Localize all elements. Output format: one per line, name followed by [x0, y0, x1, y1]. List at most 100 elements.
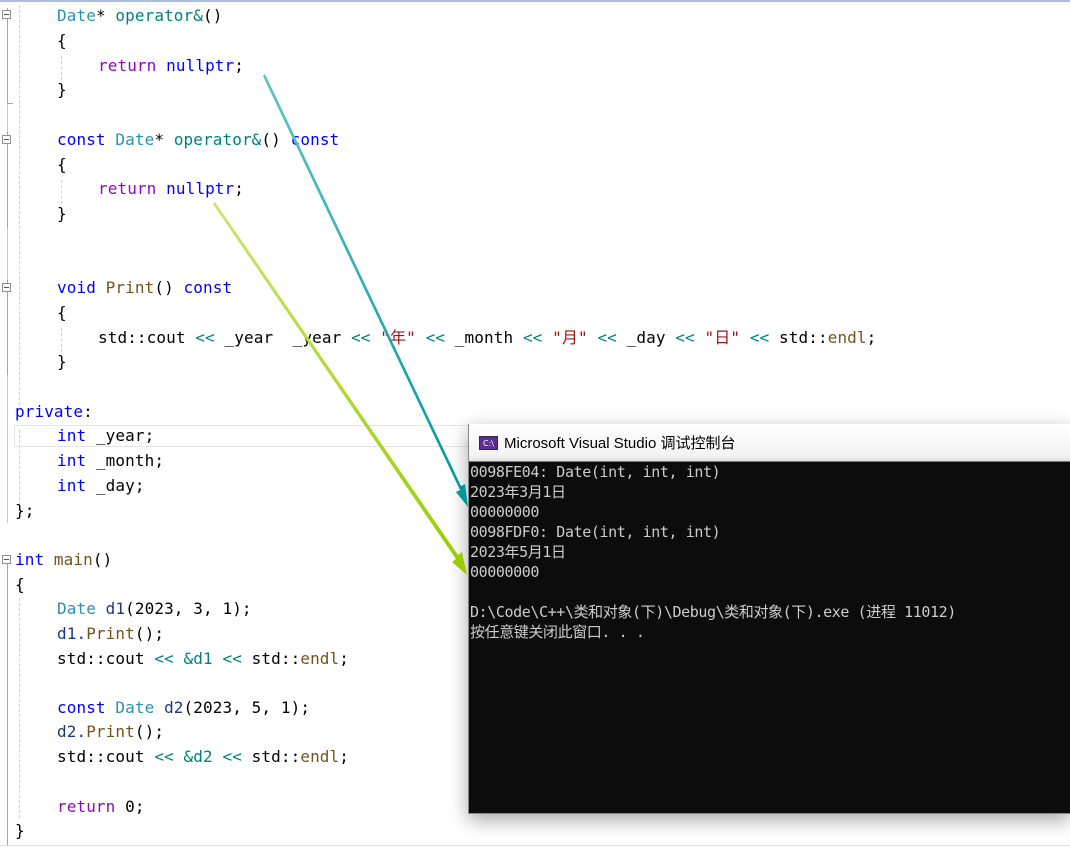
token: * [95, 6, 116, 25]
console-line: 0098FE04: Date(int, int, int) [470, 463, 721, 481]
token-operator: << [154, 747, 174, 766]
code-line: return nullptr; [98, 54, 244, 78]
code-line: } [15, 821, 25, 840]
code-line: } [57, 352, 67, 371]
token: _month [445, 328, 523, 347]
token: _year; [86, 426, 155, 445]
token-variable: d1. [57, 624, 87, 643]
token-operator: &d2 [183, 747, 213, 766]
token: (2023, 5, 1); [183, 698, 311, 717]
token-variable: d2. [57, 722, 87, 741]
token-function: Print [86, 722, 135, 741]
token: _month; [86, 451, 165, 470]
token: std::cout [57, 649, 155, 668]
outline-bar-class [7, 8, 8, 523]
token-string: "月" [552, 328, 588, 347]
console-line: 00000000 [470, 563, 540, 581]
debug-console-window[interactable]: C:\ Microsoft Visual Studio 调试控制台 0098FE… [468, 424, 1070, 814]
token: std:: [769, 328, 828, 347]
indent-guide [19, 598, 20, 818]
token-keyword: int [15, 550, 45, 569]
token-keyword: int [57, 476, 87, 495]
console-line: 2023年3月1日 [470, 483, 566, 501]
token-function: Print [86, 624, 135, 643]
code-line: int main() [15, 548, 112, 572]
token-operator: << [195, 328, 215, 347]
token: (); [134, 722, 165, 741]
token-type: Date [57, 599, 96, 618]
token: () [92, 550, 113, 569]
code-line: void Print() const [57, 276, 232, 300]
code-line: { [15, 575, 25, 594]
code-line: Date* operator&() [57, 4, 222, 28]
code-line: } [57, 204, 67, 223]
code-line: { [57, 303, 67, 322]
console-line: 0098FDF0: Date(int, int, int) [470, 523, 721, 541]
token-type: Date [57, 6, 96, 25]
token-keyword: const [290, 130, 340, 149]
indent-guide [19, 5, 20, 405]
token: ; [339, 649, 350, 668]
token-type: Date [105, 698, 155, 717]
token-keyword: const [57, 698, 106, 717]
token-operator: << [425, 328, 446, 347]
token-function: endl [827, 328, 867, 347]
fold-toggle-icon[interactable] [2, 555, 11, 564]
indent-guide [61, 180, 62, 204]
token-operator: << [222, 649, 242, 668]
token-keyword: private [15, 402, 84, 421]
token-keyword: int [57, 426, 87, 445]
token: std:: [241, 649, 301, 668]
code-line: return 0; [57, 795, 145, 819]
token-operator: operator& [115, 6, 204, 25]
indent-guide [61, 328, 62, 352]
token: () [261, 130, 281, 149]
token: ; [339, 747, 350, 766]
code-line: int _year; [57, 424, 154, 448]
token: () [203, 6, 223, 25]
token-function: Print [105, 278, 155, 297]
outline-bar-main [7, 555, 8, 845]
token-keyword: nullptr [166, 56, 235, 75]
token-keyword: return [98, 56, 157, 75]
token-string: "年" [380, 328, 416, 347]
token-operator: << [222, 747, 242, 766]
code-line: { [57, 155, 67, 174]
token: 0; [115, 797, 145, 816]
code-line: int _month; [57, 449, 164, 473]
code-line: std::cout << _year _year << "年" << _mont… [98, 326, 876, 350]
token: * [154, 130, 174, 149]
code-line: d2.Print(); [57, 720, 164, 744]
token-function: endl [300, 747, 340, 766]
code-line: std::cout << &d1 << std::endl; [57, 647, 349, 671]
token-keyword: return [98, 179, 157, 198]
code-line: const Date d2(2023, 5, 1); [57, 696, 310, 720]
token-keyword: const [57, 130, 106, 149]
fold-toggle-icon[interactable] [2, 10, 11, 19]
token: _year [214, 328, 283, 347]
fold-toggle-icon[interactable] [2, 283, 11, 292]
token-operator: operator& [173, 130, 262, 149]
token-keyword: return [57, 797, 116, 816]
console-output: 0098FE04: Date(int, int, int) 2023年3月1日 … [469, 462, 1070, 642]
code-line: private: [15, 400, 93, 424]
editor-bottom-border [0, 845, 1070, 846]
console-line: 2023年5月1日 [470, 543, 566, 561]
console-title-bar[interactable]: C:\ Microsoft Visual Studio 调试控制台 [469, 424, 1070, 462]
token-operator: << [351, 328, 371, 347]
token-operator: << [154, 649, 174, 668]
code-line: { [57, 31, 67, 50]
code-line: int _day; [57, 474, 145, 498]
fold-toggle-icon[interactable] [2, 135, 11, 144]
token-keyword: nullptr [166, 179, 235, 198]
token-operator: << [675, 328, 695, 347]
token-function: endl [300, 649, 340, 668]
token-string: "日" [704, 328, 741, 347]
indent-guide [61, 56, 62, 80]
token: : [83, 402, 93, 421]
token-operator: << [597, 328, 617, 347]
